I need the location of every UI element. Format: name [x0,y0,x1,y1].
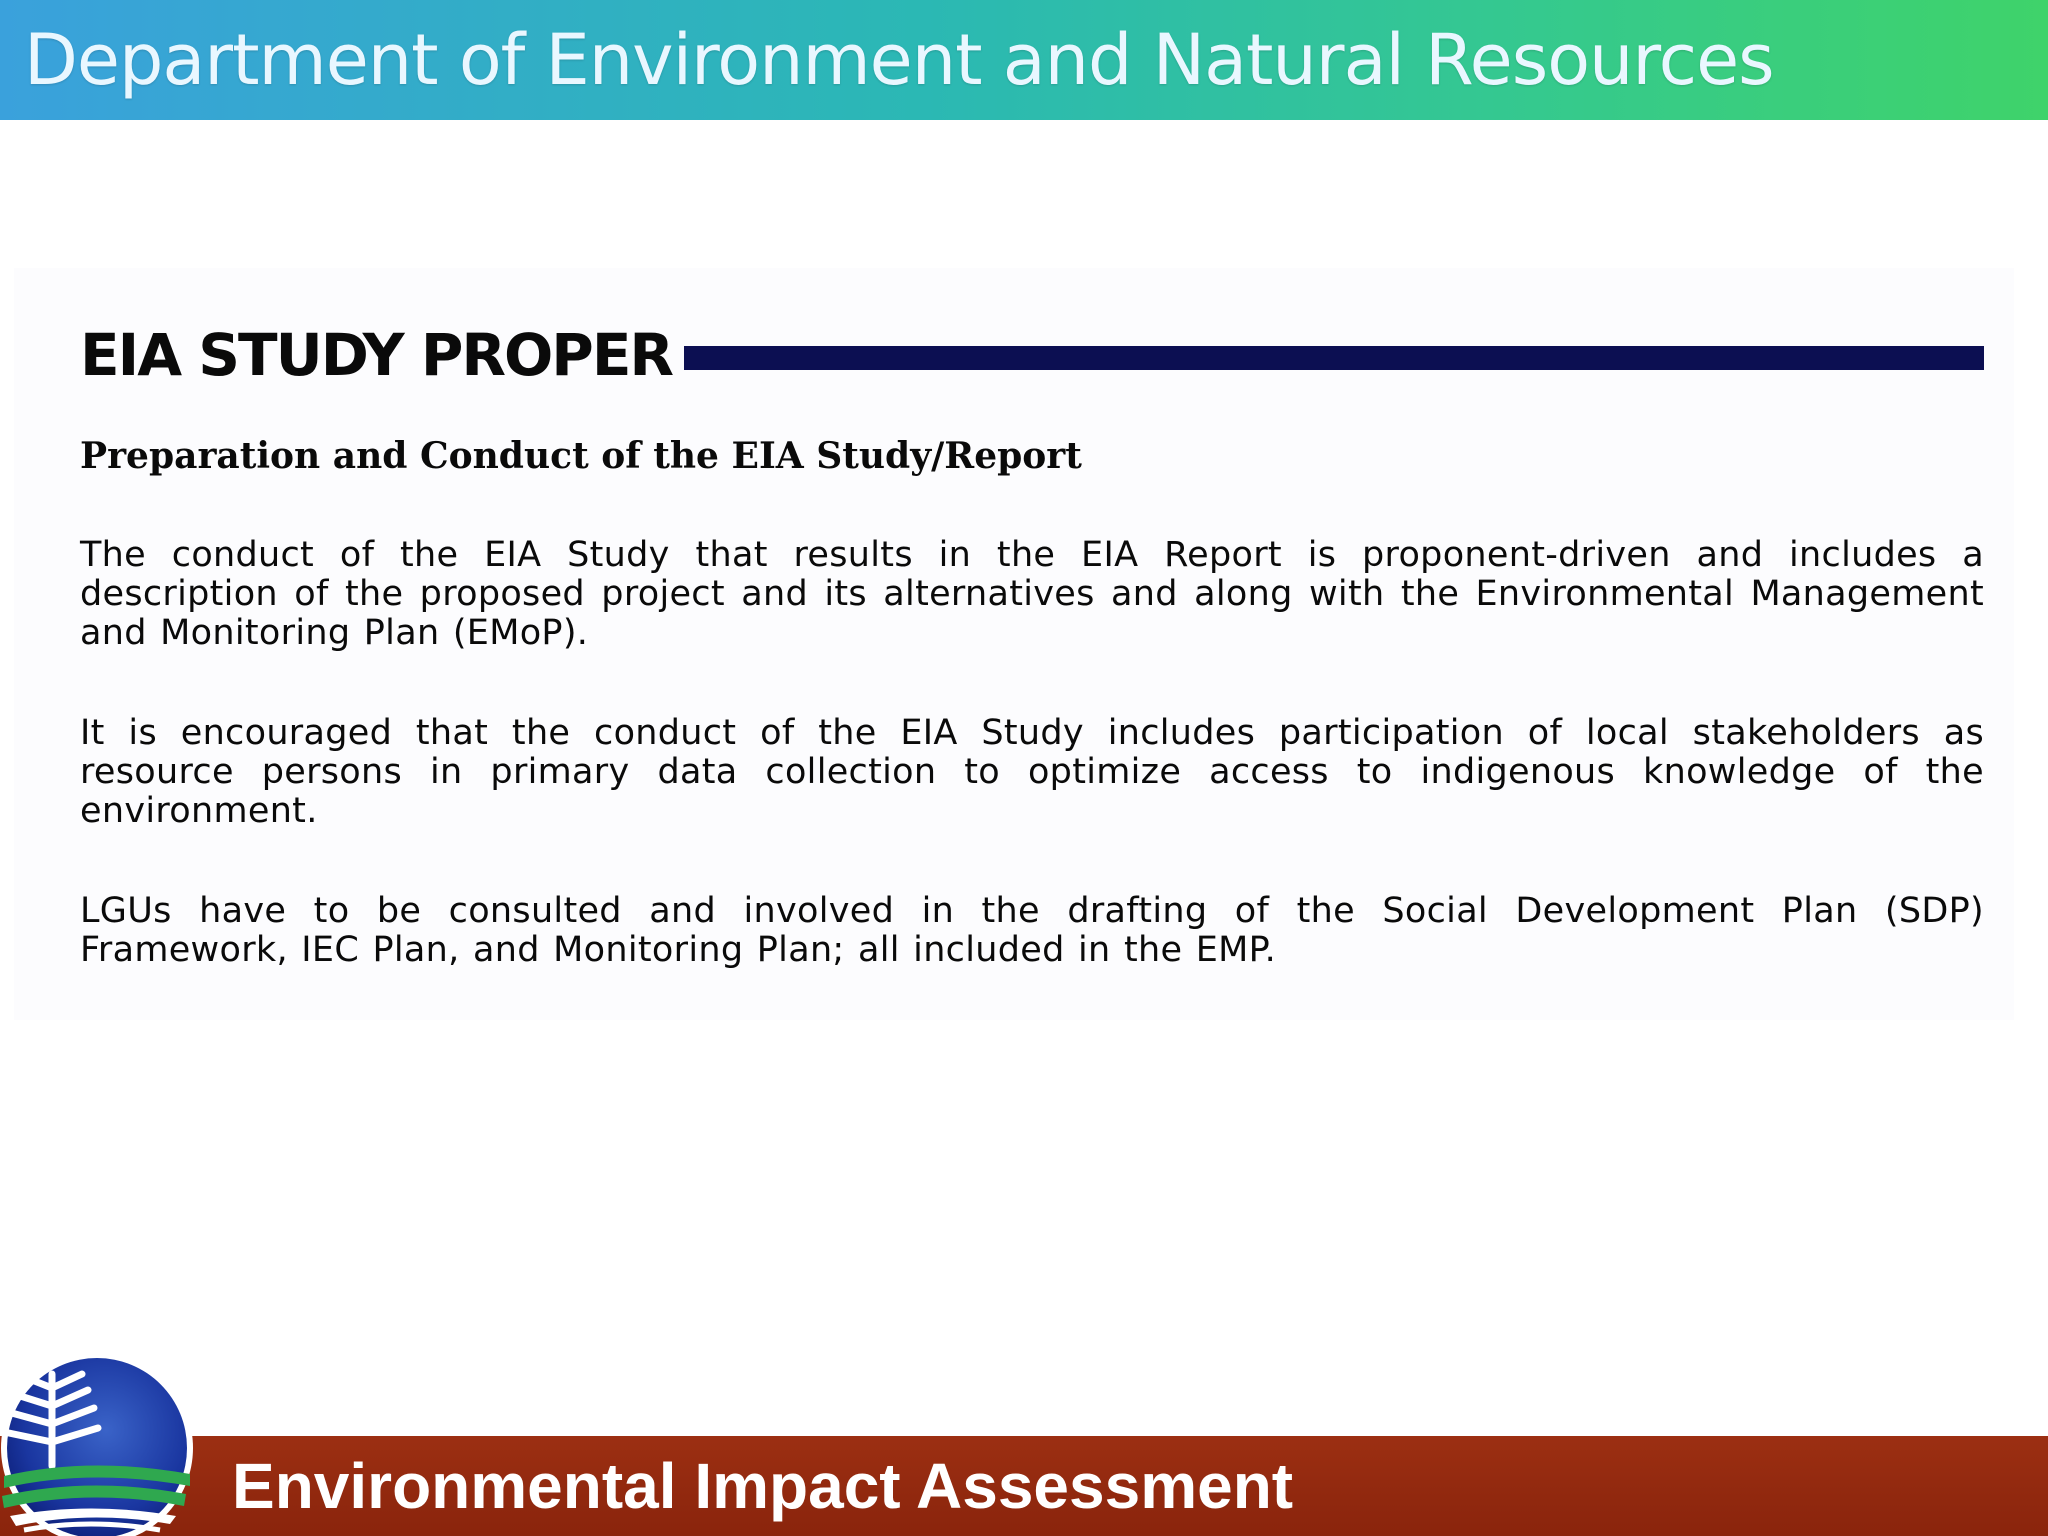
header-title: Department of Environment and Natural Re… [24,19,1775,101]
paragraph-2: It is encouraged that the conduct of the… [80,713,1984,831]
title-rule-divider [684,346,1984,370]
denr-seal-icon [0,1352,193,1536]
footer-title: Environmental Impact Assessment [232,1450,1294,1522]
section-subheading: Preparation and Conduct of the EIA Study… [80,435,1082,477]
paragraph-1: The conduct of the EIA Study that result… [80,535,1984,653]
paragraph-3: LGUs have to be consulted and involved i… [80,891,1984,970]
slide: Department of Environment and Natural Re… [0,0,2048,1536]
section-title: EIA STUDY PROPER [80,321,674,389]
